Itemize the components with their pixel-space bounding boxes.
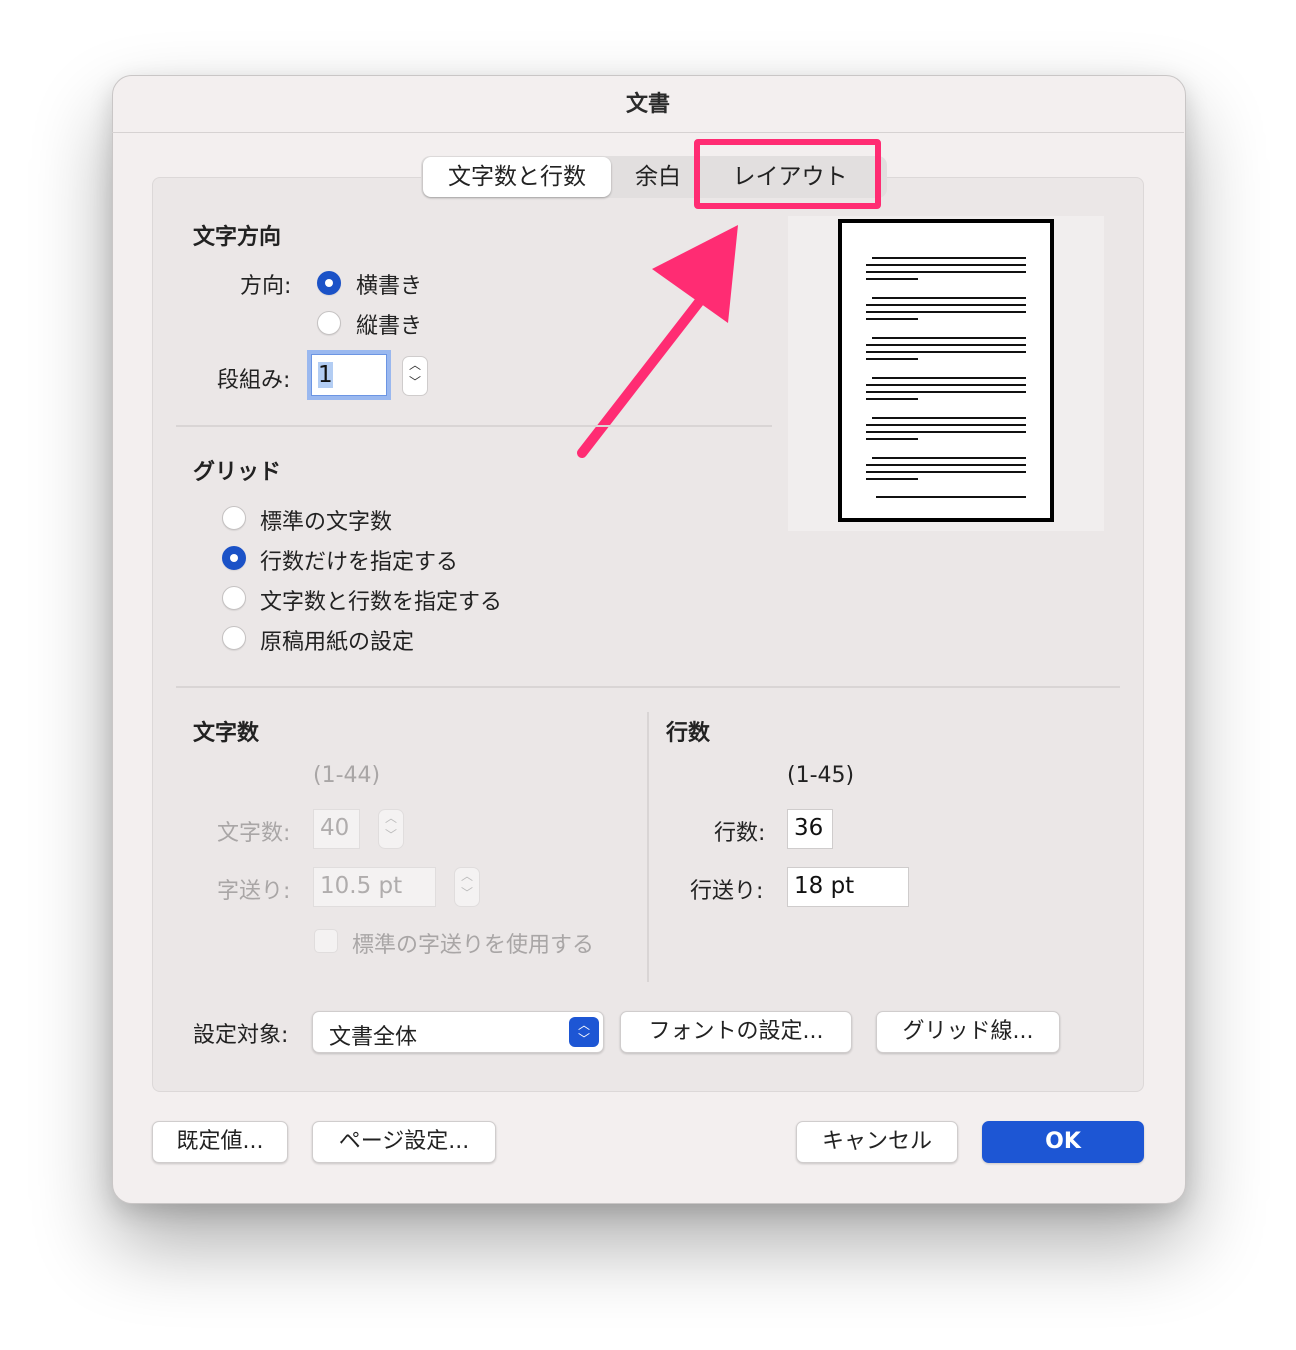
apply-to-select[interactable]: 文書全体 ︿ ﹀ bbox=[312, 1011, 604, 1053]
chars-count-stepper[interactable]: ︿ ﹀ bbox=[378, 809, 404, 849]
grid-chars-lines-radio[interactable] bbox=[222, 586, 246, 610]
preview-line bbox=[866, 278, 918, 280]
preview-line bbox=[872, 337, 1026, 339]
vertical-label[interactable]: 縦書き bbox=[356, 308, 422, 340]
cancel-button[interactable]: キャンセル bbox=[796, 1121, 958, 1163]
default-pitch-checkbox[interactable] bbox=[314, 929, 338, 953]
preview-line bbox=[866, 311, 1026, 313]
columns-label: 段組み: bbox=[217, 368, 291, 393]
grid-manuscript-label[interactable]: 原稿用紙の設定 bbox=[260, 624, 414, 656]
grid-manuscript-radio[interactable] bbox=[222, 626, 246, 650]
preview-line bbox=[866, 304, 1026, 306]
preview-line bbox=[866, 271, 1026, 273]
font-settings-button[interactable]: フォントの設定... bbox=[620, 1011, 852, 1053]
chars-count-label: 文字数: bbox=[217, 821, 291, 846]
preview-line bbox=[866, 438, 918, 440]
horizontal-radio[interactable] bbox=[317, 271, 341, 295]
title-separator bbox=[112, 132, 1184, 133]
preview-line bbox=[866, 391, 1026, 393]
preview-line bbox=[866, 431, 1026, 433]
preview-line bbox=[866, 478, 918, 480]
tab-margins[interactable]: 余白 bbox=[612, 156, 704, 198]
preview-line bbox=[866, 264, 1026, 266]
grid-standard-label[interactable]: 標準の文字数 bbox=[260, 504, 392, 536]
stepper-down-icon[interactable]: ﹀ bbox=[403, 374, 427, 391]
grid-chars-lines-label[interactable]: 文字数と行数を指定する bbox=[260, 584, 502, 616]
stepper-down-icon[interactable]: ﹀ bbox=[455, 885, 479, 902]
updown-chevron-icon: ︿ ﹀ bbox=[569, 1017, 599, 1047]
chars-range: (1-44) bbox=[313, 763, 381, 788]
grid-lines-only-radio[interactable] bbox=[222, 546, 246, 570]
section-divider bbox=[176, 686, 1120, 688]
grid-lines-only-label[interactable]: 行数だけを指定する bbox=[260, 544, 458, 576]
chars-pitch-stepper[interactable]: ︿ ﹀ bbox=[454, 867, 480, 907]
chars-pitch-field[interactable]: 10.5 pt bbox=[313, 867, 436, 907]
stepper-up-icon[interactable]: ︿ bbox=[403, 357, 427, 374]
preview-line bbox=[876, 496, 1026, 498]
horizontal-label[interactable]: 横書き bbox=[356, 268, 422, 300]
stepper-up-icon[interactable]: ︿ bbox=[379, 810, 403, 827]
preview-line bbox=[866, 471, 1026, 473]
preview-line bbox=[872, 417, 1026, 419]
lines-count-label: 行数: bbox=[714, 821, 766, 846]
columns-field[interactable]: 1 bbox=[311, 354, 387, 396]
preview-line bbox=[866, 464, 1026, 466]
lines-heading: 行数 bbox=[666, 721, 711, 746]
preview-line bbox=[872, 457, 1026, 459]
chars-count-field[interactable]: 40 bbox=[313, 809, 360, 849]
apply-to-value: 文書全体 bbox=[329, 1025, 418, 1050]
preview-line bbox=[866, 384, 1026, 386]
lines-pitch-label: 行送り: bbox=[690, 879, 764, 904]
pink-arrow-icon bbox=[577, 225, 738, 458]
vertical-radio[interactable] bbox=[317, 311, 341, 335]
stepper-up-icon[interactable]: ︿ bbox=[455, 868, 479, 885]
preview-line bbox=[872, 377, 1026, 379]
columns-stepper[interactable]: ︿ ﹀ bbox=[402, 356, 428, 396]
annotation-highlight-box bbox=[694, 139, 881, 209]
preview-line bbox=[872, 257, 1026, 259]
direction-label: 方向: bbox=[240, 274, 292, 299]
grid-lines-button[interactable]: グリッド線... bbox=[876, 1011, 1060, 1053]
grid-standard-radio[interactable] bbox=[222, 506, 246, 530]
lines-count-field[interactable]: 36 bbox=[787, 809, 833, 849]
default-button[interactable]: 既定値... bbox=[152, 1121, 288, 1163]
text-direction-heading: 文字方向 bbox=[193, 225, 282, 250]
tab-char-line-count[interactable]: 文字数と行数 bbox=[423, 157, 611, 197]
apply-to-label: 設定対象: bbox=[193, 1023, 289, 1048]
preview-line bbox=[866, 358, 918, 360]
lines-pitch-field[interactable]: 18 pt bbox=[787, 867, 909, 907]
preview-line bbox=[872, 297, 1026, 299]
grid-heading: グリッド bbox=[193, 460, 282, 485]
preview-line bbox=[866, 344, 1026, 346]
dialog-title: 文書 bbox=[625, 92, 670, 117]
preview-line bbox=[866, 398, 918, 400]
preview-line bbox=[866, 351, 1026, 353]
stepper-down-icon[interactable]: ﹀ bbox=[379, 827, 403, 844]
columns-value: 1 bbox=[318, 362, 333, 388]
section-divider bbox=[176, 425, 772, 427]
ok-button[interactable]: OK bbox=[982, 1121, 1144, 1163]
lines-range: (1-45) bbox=[787, 763, 855, 788]
preview-page bbox=[838, 219, 1054, 522]
chars-pitch-label: 字送り: bbox=[217, 879, 291, 904]
preview-line bbox=[866, 318, 918, 320]
column-divider bbox=[647, 712, 649, 982]
preview-line bbox=[866, 424, 1026, 426]
page-setup-button[interactable]: ページ設定... bbox=[312, 1121, 496, 1163]
chars-heading: 文字数 bbox=[193, 721, 260, 746]
default-pitch-label[interactable]: 標準の字送りを使用する bbox=[352, 927, 594, 959]
